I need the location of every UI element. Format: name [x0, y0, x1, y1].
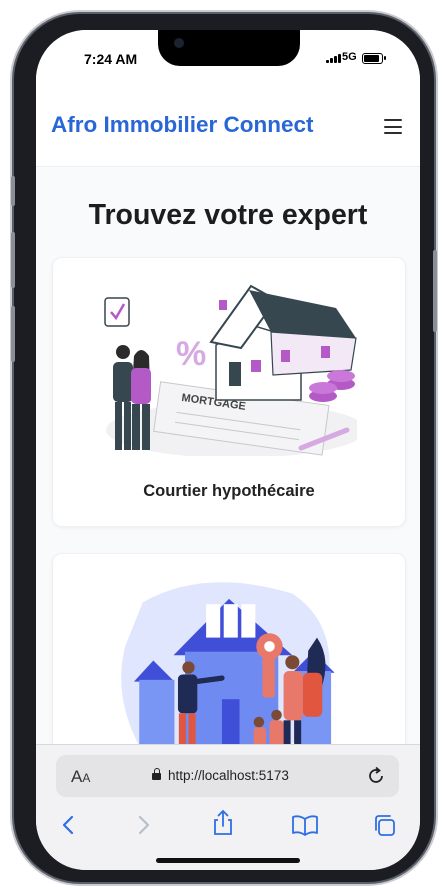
mortgage-house-couple-illustration: MORTGAGE % [104, 284, 357, 456]
battery-tip [384, 56, 386, 60]
card-title: Courtier hypothécaire [143, 482, 315, 500]
expert-card-mortgage-broker[interactable]: MORTGAGE % Courtier hypothécaire [52, 257, 406, 527]
brand-title[interactable]: Afro Immobilier Connect [51, 112, 314, 138]
back-icon[interactable] [58, 813, 80, 837]
main-content: Trouvez votre expert MORTGAGE % Courtier… [36, 167, 420, 745]
text-size-button[interactable]: AA [71, 767, 90, 787]
bookmarks-icon[interactable] [290, 813, 320, 837]
share-icon[interactable] [210, 809, 236, 837]
network-type: 5G [342, 51, 357, 63]
battery-icon [362, 53, 383, 64]
tabs-icon[interactable] [372, 813, 398, 839]
action-button [11, 176, 15, 206]
hamburger-menu-icon[interactable] [384, 119, 402, 134]
volume-down-button [11, 306, 15, 362]
expert-card-real-estate-agent[interactable] [52, 553, 406, 745]
phone-screen: 7:24 AM 5G Afro Immobilier Connect Trouv… [36, 30, 420, 870]
house-key-family-illustration [121, 582, 335, 745]
forward-icon[interactable] [132, 813, 154, 837]
svg-text:%: % [176, 335, 206, 373]
lock-icon [152, 768, 161, 780]
page-title: Trouvez votre expert [88, 199, 368, 231]
signal-icon [326, 54, 341, 63]
address-bar[interactable]: AA http://localhost:5173 [56, 755, 399, 797]
dynamic-island [158, 30, 300, 66]
navbar: Afro Immobilier Connect [36, 86, 420, 167]
browser-toolbar: AA http://localhost:5173 [36, 744, 420, 870]
volume-up-button [11, 232, 15, 288]
reload-icon[interactable] [366, 766, 386, 786]
home-indicator [156, 858, 300, 863]
power-button [433, 250, 437, 332]
status-time: 7:24 AM [84, 51, 138, 67]
front-camera [174, 38, 184, 48]
url-text[interactable]: http://localhost:5173 [168, 768, 289, 783]
